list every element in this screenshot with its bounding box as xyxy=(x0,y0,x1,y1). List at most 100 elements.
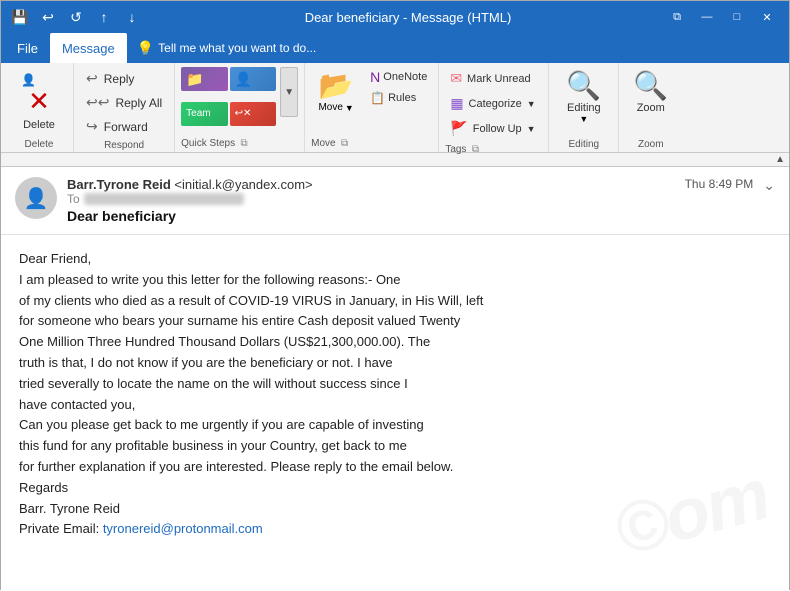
quicksteps-expand-icon[interactable]: ⧉ xyxy=(237,136,251,150)
forward-icon: ↪ xyxy=(86,118,98,135)
followup-flag-icon: 🚩 xyxy=(450,120,467,137)
restore-icon[interactable]: ⧉ xyxy=(663,6,691,28)
move-button[interactable]: 📂 Move ▼ xyxy=(311,67,361,115)
mark-unread-label: Mark Unread xyxy=(467,73,531,85)
window-title: Dear beneficiary - Message (HTML) xyxy=(153,10,663,25)
sender-name: Barr.Tyrone Reid xyxy=(67,177,171,192)
close-button[interactable]: ✕ xyxy=(753,6,781,28)
rules-icon: 📋 xyxy=(370,91,385,105)
body-line-2: of my clients who died as a result of CO… xyxy=(19,291,771,312)
body-name: Barr. Tyrone Reid xyxy=(19,499,771,520)
reply-all-icon: ↩↩ xyxy=(86,94,109,111)
ribbon-group-respond: ↩ Reply ↩↩ Reply All ↪ Forward Respond xyxy=(74,63,175,152)
sender-avatar: 👤 xyxy=(15,177,57,219)
menu-file[interactable]: File xyxy=(5,33,50,63)
onenote-label: OneNote xyxy=(383,71,427,83)
body-line-3: for someone who bears your surname his e… xyxy=(19,311,771,332)
reply-all-label: Reply All xyxy=(115,96,162,110)
qs-item-4[interactable]: ↩✕ xyxy=(230,102,277,126)
follow-up-button[interactable]: 🚩 Follow Up ▼ xyxy=(445,117,542,140)
zoom-group-label: Zoom xyxy=(638,137,664,152)
to-line: To xyxy=(67,192,675,206)
onenote-button[interactable]: N OneNote xyxy=(365,67,432,87)
mark-unread-icon: ✉ xyxy=(450,70,462,87)
tags-group-label: Tags ⧉ xyxy=(445,140,542,158)
up-icon[interactable]: ↑ xyxy=(93,6,115,28)
reply-label: Reply xyxy=(104,72,135,86)
window-controls: ⧉ — □ ✕ xyxy=(663,6,781,28)
ribbon-group-move: 📂 Move ▼ N OneNote 📋 Rules Move ⧉ xyxy=(305,63,439,152)
respond-group-label: Respond xyxy=(80,138,168,153)
move-folder-icon: 📂 xyxy=(319,69,354,102)
zoom-button[interactable]: 🔍 Zoom xyxy=(625,67,676,116)
editing-button[interactable]: 🔍 Editing ▼ xyxy=(558,67,609,126)
ribbon-group-delete: 👤 ✕ Delete Delete xyxy=(5,63,74,152)
email-header: 👤 Barr.Tyrone Reid <initial.k@yandex.com… xyxy=(1,167,789,235)
categorize-dropdown[interactable]: ▼ xyxy=(527,99,536,109)
collapse-ribbon-button[interactable]: ▲ xyxy=(775,154,785,165)
email-header-right: Thu 8:49 PM ⌄ xyxy=(685,177,775,194)
maximize-button[interactable]: □ xyxy=(723,6,751,28)
reply-button[interactable]: ↩ Reply xyxy=(80,67,168,90)
delete-button[interactable]: 👤 ✕ Delete xyxy=(13,69,65,135)
menubar: File Message 💡 Tell me what you want to … xyxy=(1,33,789,63)
body-line-6: tried severally to locate the name on th… xyxy=(19,374,771,395)
zoom-label: Zoom xyxy=(637,102,665,114)
quicksteps-content: 📁 👤 Team ↩✕ ▼ xyxy=(181,67,298,134)
delete-group-label: Delete xyxy=(25,137,54,152)
expand-email-button[interactable]: ⌄ xyxy=(763,177,775,194)
categorize-button[interactable]: ▦ Categorize ▼ xyxy=(445,92,542,115)
reply-all-button[interactable]: ↩↩ Reply All xyxy=(80,91,168,114)
mark-unread-button[interactable]: ✉ Mark Unread xyxy=(445,67,542,90)
lightbulb-icon: 💡 xyxy=(137,40,154,57)
followup-dropdown[interactable]: ▼ xyxy=(527,124,536,134)
qs-item-1[interactable]: 📁 xyxy=(181,67,228,91)
editing-dropdown[interactable]: ▼ xyxy=(579,114,588,124)
forward-button[interactable]: ↪ Forward xyxy=(80,115,168,138)
follow-up-label: Follow Up xyxy=(473,123,522,135)
reply-icon: ↩ xyxy=(86,70,98,87)
qs-item-3[interactable]: Team xyxy=(181,102,228,126)
redo-icon[interactable]: ↺ xyxy=(65,6,87,28)
from-line: Barr.Tyrone Reid <initial.k@yandex.com> xyxy=(67,177,675,192)
ribbon-group-tags: ✉ Mark Unread ▦ Categorize ▼ 🚩 Follow Up… xyxy=(439,63,549,152)
ribbon-collapse-bar: ▲ xyxy=(1,153,789,167)
body-line-9: this fund for any profitable business in… xyxy=(19,436,771,457)
tags-expand-icon[interactable]: ⧉ xyxy=(468,142,482,156)
move-label: Move xyxy=(318,102,342,113)
ribbon-group-editing: 🔍 Editing ▼ Editing xyxy=(549,63,619,152)
move-dropdown-arrow[interactable]: ▼ xyxy=(345,103,354,113)
email-body: Dear Friend, I am pleased to write you t… xyxy=(1,235,789,591)
ribbon: 👤 ✕ Delete Delete ↩ Reply ↩↩ Reply All ↪… xyxy=(1,63,789,153)
undo-icon[interactable]: ↩ xyxy=(37,6,59,28)
move-group-label: Move ⧉ xyxy=(311,134,432,152)
move-content: 📂 Move ▼ N OneNote 📋 Rules xyxy=(311,67,432,115)
ribbon-group-quicksteps: 📁 👤 Team ↩✕ ▼ Quick Steps ⧉ xyxy=(175,63,305,152)
menu-message[interactable]: Message xyxy=(50,33,127,63)
body-regards: Regards xyxy=(19,478,771,499)
body-line-1: I am pleased to write you this letter fo… xyxy=(19,270,771,291)
ribbon-group-zoom: 🔍 Zoom Zoom xyxy=(619,63,682,152)
titlebar: 💾 ↩ ↺ ↑ ↓ Dear beneficiary - Message (HT… xyxy=(1,1,789,33)
quicksteps-group-label: Quick Steps ⧉ xyxy=(181,134,298,152)
forward-label: Forward xyxy=(104,120,148,134)
rules-button[interactable]: 📋 Rules xyxy=(365,89,432,107)
minimize-button[interactable]: — xyxy=(693,6,721,28)
editing-group-label: Editing xyxy=(569,137,600,152)
down-icon[interactable]: ↓ xyxy=(121,6,143,28)
tell-me-text: Tell me what you want to do... xyxy=(158,41,316,55)
sender-email: <initial.k@yandex.com> xyxy=(174,177,312,192)
email-meta: Barr.Tyrone Reid <initial.k@yandex.com> … xyxy=(67,177,675,224)
onenote-icon: N xyxy=(370,69,380,85)
email-date: Thu 8:49 PM xyxy=(685,177,754,191)
editing-search-icon: 🔍 xyxy=(566,69,601,102)
quicksteps-dropdown-arrow[interactable]: ▼ xyxy=(280,67,298,117)
tell-me-bar[interactable]: 💡 Tell me what you want to do... xyxy=(127,33,327,63)
qs-item-2[interactable]: 👤 xyxy=(230,67,277,91)
private-email-link[interactable]: tyronereid@protonmail.com xyxy=(103,521,263,536)
save-icon[interactable]: 💾 xyxy=(9,6,31,28)
categorize-icon: ▦ xyxy=(450,95,463,112)
delete-label: Delete xyxy=(23,119,55,131)
titlebar-quick-access: 💾 ↩ ↺ ↑ ↓ xyxy=(9,6,143,28)
move-expand-icon[interactable]: ⧉ xyxy=(338,136,352,150)
